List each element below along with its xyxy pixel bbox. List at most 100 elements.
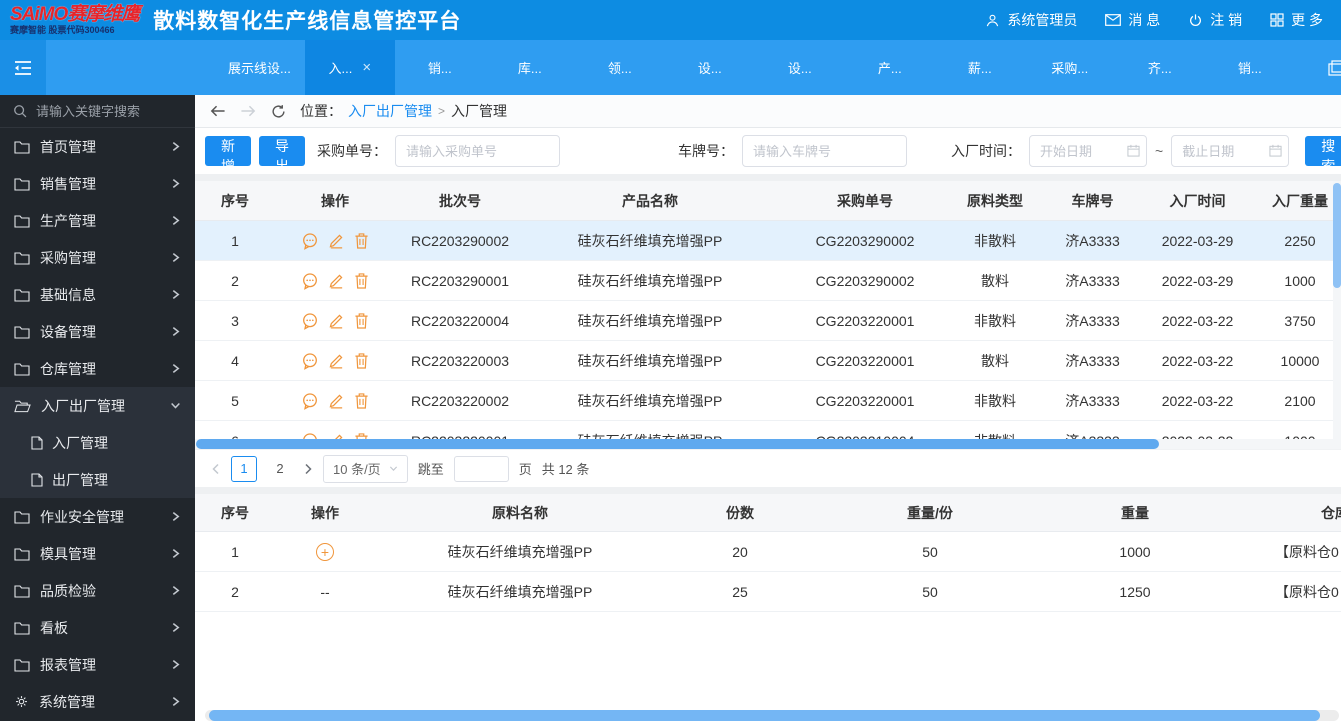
sidebar-item-label: 采购管理 — [40, 248, 96, 268]
table-row[interactable]: 5 RC2203220002 硅灰石纤维填充增强PP CG2203220001 … — [195, 381, 1341, 421]
edit-icon[interactable] — [328, 312, 345, 329]
sidebar-item[interactable]: 采购管理 — [0, 239, 195, 276]
tab-item[interactable]: 设... × — [755, 40, 845, 95]
col-header: 操作 — [275, 191, 395, 211]
delete-icon[interactable] — [354, 312, 369, 329]
edit-icon[interactable] — [328, 352, 345, 369]
tab-item[interactable]: 入... × — [305, 40, 395, 95]
tab-item[interactable]: 领... × — [575, 40, 665, 95]
sidebar-item[interactable]: 首页管理 — [0, 128, 195, 165]
sidebar-subitem-exit-management[interactable]: 出厂管理 — [0, 461, 195, 498]
sidebar-item-inout-management[interactable]: 入厂出厂管理 — [0, 387, 195, 424]
po-number-input[interactable] — [395, 135, 560, 167]
tab-item[interactable]: 设... × — [665, 40, 755, 95]
chevron-right-icon — [170, 326, 181, 337]
forward-icon[interactable] — [240, 104, 257, 118]
search-button[interactable]: 搜索 — [1305, 136, 1341, 166]
table-row[interactable]: 2 RC2203290001 硅灰石纤维填充增强PP CG2203290002 … — [195, 261, 1341, 301]
jump-to-page-input[interactable] — [454, 456, 509, 482]
edit-icon[interactable] — [328, 392, 345, 409]
prev-page-icon[interactable] — [211, 463, 221, 475]
tab-item[interactable]: 薪... × — [935, 40, 1025, 95]
tab-item[interactable]: 产... × — [845, 40, 935, 95]
next-page-icon[interactable] — [303, 463, 313, 475]
table-row[interactable]: 3 RC2203220004 硅灰石纤维填充增强PP CG2203220001 … — [195, 301, 1341, 341]
comment-icon[interactable] — [301, 232, 319, 250]
refresh-icon[interactable] — [271, 104, 286, 119]
delete-icon[interactable] — [354, 352, 369, 369]
page-number-button[interactable]: 1 — [231, 456, 257, 482]
edit-icon[interactable] — [328, 232, 345, 249]
delete-icon[interactable] — [354, 232, 369, 249]
table-row[interactable]: 4 RC2203220003 硅灰石纤维填充增强PP CG2203220001 … — [195, 341, 1341, 381]
tab-label: 设... — [698, 58, 722, 77]
sidebar-item[interactable]: 销售管理 — [0, 165, 195, 202]
sidebar-item[interactable]: 品质检验 — [0, 572, 195, 609]
table-row[interactable]: 2 -- 硅灰石纤维填充增强PP 25 50 1250 【原料仓0 — [195, 572, 1341, 612]
page-size-select[interactable]: 10 条/页 — [323, 455, 408, 483]
breadcrumb-bar: 位置： 入厂出厂管理 > 入厂管理 — [195, 95, 1341, 128]
sidebar-subitem-entry-management[interactable]: 入厂管理 — [0, 424, 195, 461]
tab-label: 入... — [329, 58, 353, 77]
logout-menu[interactable]: 注 销 — [1188, 10, 1242, 30]
sidebar-item[interactable]: 报表管理 — [0, 646, 195, 683]
table-vertical-scrollbar-thumb[interactable] — [1333, 183, 1341, 288]
page-number-button[interactable]: 2 — [267, 456, 293, 482]
comment-icon[interactable] — [301, 272, 319, 290]
tab-item[interactable]: 销... × — [1205, 40, 1295, 95]
page-horizontal-scrollbar-thumb[interactable] — [209, 710, 1320, 721]
sidebar-item[interactable]: 仓库管理 — [0, 350, 195, 387]
open-tabs-bar: 展示线设... × 入... × 销... × 库... × 领... × — [0, 40, 1341, 95]
sidebar-item-system-management[interactable]: 系统管理 — [0, 683, 195, 720]
sidebar-nav: 首页管理 销售管理 生产管理 采购管理 — [0, 95, 195, 721]
tab-label: 薪... — [968, 58, 992, 77]
cell-seq: 2 — [195, 584, 275, 600]
edit-icon[interactable] — [328, 272, 345, 289]
tab-item[interactable]: 销... × — [395, 40, 485, 95]
tab-item[interactable]: 采购... × — [1025, 40, 1115, 95]
sidebar-item[interactable]: 设备管理 — [0, 313, 195, 350]
delete-icon[interactable] — [354, 392, 369, 409]
user-menu[interactable]: 系统管理员 — [985, 10, 1077, 30]
table-horizontal-scrollbar-thumb[interactable] — [196, 439, 1159, 449]
add-button[interactable]: 新增 — [205, 136, 251, 166]
folder-icon — [14, 362, 30, 376]
comment-icon[interactable] — [301, 392, 319, 410]
comment-icon[interactable] — [301, 352, 319, 370]
tab-item[interactable]: 展示线设... × — [214, 40, 305, 95]
table-row[interactable]: 1 + 硅灰石纤维填充增强PP 20 50 1000 【原料仓0 — [195, 532, 1341, 572]
tab-item[interactable]: 库... × — [485, 40, 575, 95]
comment-icon[interactable] — [301, 312, 319, 330]
folder-icon — [14, 288, 30, 302]
col-header: 批次号 — [395, 191, 525, 211]
messages-label: 消 息 — [1128, 10, 1160, 30]
search-input[interactable] — [36, 104, 176, 119]
messages-menu[interactable]: 消 息 — [1105, 10, 1160, 30]
tab-item[interactable]: 齐... × — [1115, 40, 1205, 95]
sidebar-item[interactable]: 生产管理 — [0, 202, 195, 239]
tab-overflow-icon[interactable] — [1328, 60, 1341, 76]
main-content: 位置： 入厂出厂管理 > 入厂管理 新增 导出 采购单号： 车牌号： 入厂时间：… — [195, 95, 1341, 721]
back-icon[interactable] — [209, 104, 226, 118]
cell-material-name: 硅灰石纤维填充增强PP — [375, 582, 665, 602]
export-button[interactable]: 导出 — [259, 136, 305, 166]
collapse-sidebar-button[interactable] — [0, 40, 46, 95]
sidebar-item-label: 基础信息 — [40, 285, 96, 305]
breadcrumb-parent-link[interactable]: 入厂出厂管理 — [348, 101, 432, 121]
delete-icon[interactable] — [354, 272, 369, 289]
sidebar-item[interactable]: 基础信息 — [0, 276, 195, 313]
expand-plus-icon[interactable]: + — [316, 543, 334, 561]
hamburger-icon — [12, 59, 34, 77]
tab-list: 展示线设... × 入... × 销... × 库... × 领... × — [214, 40, 1295, 95]
sidebar-item[interactable]: 看板 — [0, 609, 195, 646]
folder-icon — [14, 584, 30, 598]
plate-number-input[interactable] — [742, 135, 907, 167]
cell-material-type: 散料 — [955, 271, 1035, 291]
table-row[interactable]: 1 RC2203290002 硅灰石纤维填充增强PP CG2203290002 … — [195, 221, 1341, 261]
sidebar-item[interactable]: 模具管理 — [0, 535, 195, 572]
jump-to-label: 跳至 — [418, 459, 444, 478]
start-date-field — [1029, 135, 1147, 167]
tab-close-icon[interactable]: × — [362, 60, 371, 75]
more-menu[interactable]: 更 多 — [1270, 10, 1323, 30]
sidebar-item[interactable]: 作业安全管理 — [0, 498, 195, 535]
